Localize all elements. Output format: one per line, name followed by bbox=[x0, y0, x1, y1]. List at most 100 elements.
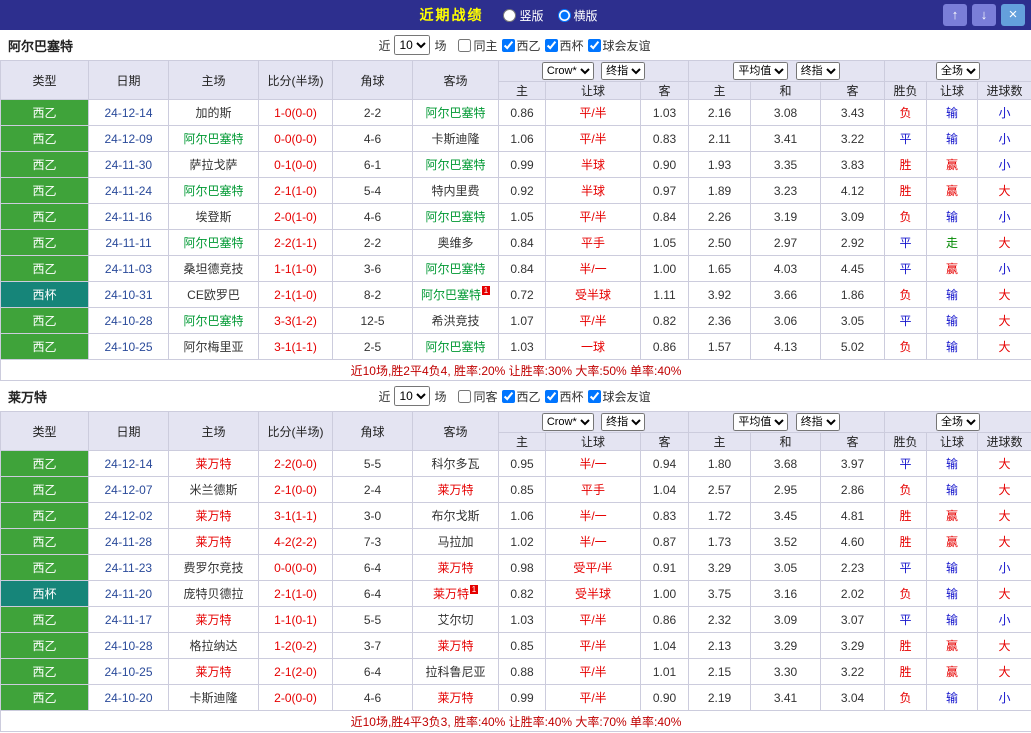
team-link[interactable]: 桑坦德竞技 bbox=[183, 262, 243, 276]
team-link[interactable]: 莱万特 bbox=[437, 639, 473, 653]
team-link[interactable]: 加的斯 bbox=[195, 106, 231, 120]
match-count-select[interactable]: 10 bbox=[394, 386, 431, 406]
layout-option-horizontal[interactable]: 横版 bbox=[557, 7, 598, 24]
handicap-cell: 半球 bbox=[545, 151, 641, 178]
team-link[interactable]: 莱万特 bbox=[195, 613, 231, 627]
date-cell: 24-10-28 bbox=[88, 632, 169, 659]
team-link[interactable]: 阿尔巴塞特 bbox=[425, 106, 485, 120]
filter-checkbox-input[interactable] bbox=[501, 389, 515, 403]
match-row: 西乙 24-11-11 阿尔巴塞特 2-2(1-1) 2-2 奥维多 0.84 平手 1.05 2… bbox=[0, 229, 1031, 256]
team-link[interactable]: 莱万特 bbox=[437, 561, 473, 575]
team-cell: 马拉加 bbox=[412, 528, 499, 555]
team-link[interactable]: 莱万特 bbox=[437, 483, 473, 497]
scroll-up-button[interactable]: ↑ bbox=[943, 4, 967, 26]
corners-cell: 6-4 bbox=[332, 580, 413, 607]
team-link[interactable]: 格拉纳达 bbox=[189, 639, 237, 653]
team-link[interactable]: 莱万特 bbox=[433, 587, 469, 601]
handicap-result-cell: 走 bbox=[926, 229, 979, 256]
summary-row: 近10场,胜2平4负4, 胜率:20% 让胜率:30% 大率:50% 单率:40… bbox=[0, 359, 1031, 381]
team-link[interactable]: 莱万特 bbox=[437, 691, 473, 705]
team-link[interactable]: 拉科鲁尼亚 bbox=[425, 665, 485, 679]
team-link[interactable]: 奥维多 bbox=[437, 236, 473, 250]
odds-home-cell: 0.85 bbox=[498, 632, 546, 659]
match-count-select[interactable]: 10 bbox=[394, 35, 431, 55]
filter-checkbox-option[interactable]: 同客 bbox=[456, 388, 498, 405]
odds-time-select[interactable]: 终指 bbox=[601, 62, 646, 80]
team-link[interactable]: 阿尔巴塞特 bbox=[425, 210, 485, 224]
filter-checkbox-input[interactable] bbox=[544, 38, 558, 52]
team-link[interactable]: 特内里费 bbox=[431, 184, 479, 198]
layout-option-vertical[interactable]: 竖版 bbox=[503, 7, 544, 24]
league-cell: 西乙 bbox=[0, 476, 89, 503]
team-link[interactable]: 阿尔巴塞特 bbox=[425, 158, 485, 172]
result-cell: 平 bbox=[884, 255, 928, 282]
team-link[interactable]: 布尔戈斯 bbox=[431, 509, 479, 523]
filter-checkbox-option[interactable]: 同主 bbox=[456, 37, 498, 54]
odds-source-select[interactable]: Crow* bbox=[541, 413, 594, 431]
odds-source-select[interactable]: Crow* bbox=[541, 62, 594, 80]
filter-checkbox-option[interactable]: 球会友谊 bbox=[586, 388, 651, 405]
team-link[interactable]: 埃登斯 bbox=[195, 210, 231, 224]
team-name: 阿尔巴塞特 bbox=[8, 38, 74, 54]
team-link[interactable]: 莱万特 bbox=[195, 665, 231, 679]
team-link[interactable]: 费罗尔竞技 bbox=[183, 561, 243, 575]
odds-home-cell: 1.05 bbox=[498, 203, 546, 230]
odds-time-select[interactable]: 终指 bbox=[601, 413, 646, 431]
team-link[interactable]: 阿尔巴塞特 bbox=[183, 314, 243, 328]
odds-home-cell: 1.03 bbox=[498, 606, 546, 633]
avg-time-select[interactable]: 终指 bbox=[795, 413, 840, 431]
avg-home-cell: 2.26 bbox=[688, 203, 752, 230]
odds-away-cell: 0.97 bbox=[639, 177, 690, 204]
filter-checkbox-option[interactable]: 西杯 bbox=[543, 37, 584, 54]
team-link[interactable]: 阿尔巴塞特 bbox=[183, 236, 243, 250]
odds-away-cell: 1.05 bbox=[639, 229, 690, 256]
team-link[interactable]: 阿尔巴塞特 bbox=[183, 184, 243, 198]
filter-checkbox-input[interactable] bbox=[501, 38, 515, 52]
team-link[interactable]: 莱万特 bbox=[195, 509, 231, 523]
team-link[interactable]: 阿尔巴塞特 bbox=[183, 132, 243, 146]
team-link[interactable]: 阿尔巴塞特 bbox=[425, 340, 485, 354]
team-link[interactable]: 庞特贝德拉 bbox=[183, 587, 243, 601]
team-link[interactable]: 阿尔巴塞特 bbox=[421, 288, 481, 302]
goals-result-cell: 大 bbox=[977, 307, 1031, 334]
filter-checkbox-input[interactable] bbox=[458, 38, 472, 52]
scroll-down-button[interactable]: ↓ bbox=[972, 4, 996, 26]
match-row: 西杯 24-11-20 庞特贝德拉 2-1(1-0) 6-4 莱万特 1 0.82 受半球 1.0… bbox=[0, 580, 1031, 607]
avg-source-select[interactable]: 平均值 bbox=[733, 62, 789, 80]
result-scope-select[interactable]: 全场 bbox=[936, 62, 981, 80]
avg-away-cell: 3.83 bbox=[820, 151, 886, 178]
team-link[interactable]: 希洪竞技 bbox=[431, 314, 479, 328]
date-cell: 24-11-28 bbox=[88, 528, 169, 555]
team-link[interactable]: 卡斯迪隆 bbox=[431, 132, 479, 146]
team-link[interactable]: 莱万特 bbox=[195, 535, 231, 549]
team-link[interactable]: 米兰德斯 bbox=[189, 483, 237, 497]
team-link[interactable]: 艾尔切 bbox=[437, 613, 473, 627]
filter-checkbox-option[interactable]: 球会友谊 bbox=[586, 37, 651, 54]
team-link[interactable]: 科尔多瓦 bbox=[431, 457, 479, 471]
filter-checkbox-option[interactable]: 西杯 bbox=[543, 388, 584, 405]
team-link[interactable]: 阿尔巴塞特 bbox=[425, 262, 485, 276]
date-cell: 24-11-11 bbox=[88, 229, 169, 256]
team-cell: 米兰德斯 bbox=[168, 476, 259, 503]
filter-checkbox-input[interactable] bbox=[587, 389, 601, 403]
avg-time-select[interactable]: 终指 bbox=[795, 62, 840, 80]
horizontal-layout-radio[interactable] bbox=[557, 8, 571, 22]
filter-checkbox-input[interactable] bbox=[544, 389, 558, 403]
date-cell: 24-11-16 bbox=[88, 203, 169, 230]
team-link[interactable]: 阿尔梅里亚 bbox=[183, 340, 243, 354]
vertical-layout-radio[interactable] bbox=[503, 8, 517, 22]
team-link[interactable]: 卡斯迪隆 bbox=[189, 691, 237, 705]
team-link[interactable]: 莱万特 bbox=[195, 457, 231, 471]
close-button[interactable]: × bbox=[1001, 4, 1025, 26]
team-link[interactable]: 马拉加 bbox=[437, 535, 473, 549]
filter-checkbox-option[interactable]: 西乙 bbox=[500, 37, 541, 54]
filter-checkbox-input[interactable] bbox=[458, 389, 472, 403]
filter-checkbox-input[interactable] bbox=[587, 38, 601, 52]
avg-home-cell: 3.75 bbox=[688, 580, 752, 607]
filter-checkbox-option[interactable]: 西乙 bbox=[500, 388, 541, 405]
team-link[interactable]: CE欧罗巴 bbox=[187, 288, 240, 302]
team-link[interactable]: 萨拉戈萨 bbox=[189, 158, 237, 172]
avg-draw-cell: 3.05 bbox=[750, 554, 822, 581]
result-scope-select[interactable]: 全场 bbox=[936, 413, 981, 431]
avg-source-select[interactable]: 平均值 bbox=[733, 413, 789, 431]
